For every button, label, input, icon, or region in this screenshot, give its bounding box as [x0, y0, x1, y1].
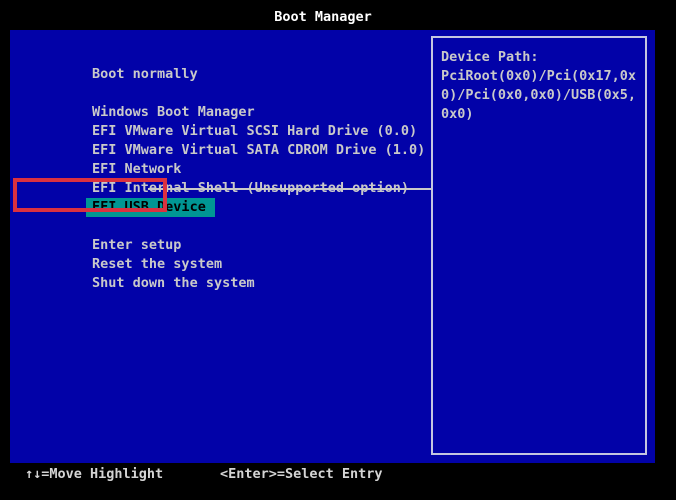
boot-menu: Boot normally Windows Boot Manager EFI V…	[10, 46, 431, 274]
main-panel: Boot normally Windows Boot Manager EFI V…	[10, 30, 655, 463]
page-title: Boot Manager	[0, 9, 646, 25]
menu-item-efi-usb-device[interactable]: EFI USB Device	[10, 179, 431, 198]
select-entry-hint: <Enter>=Select Entry	[220, 466, 383, 482]
menu-item-label-highlighted: EFI USB Device	[86, 198, 215, 217]
device-path-heading: Device Path:	[441, 48, 641, 67]
menu-item-shutdown-system[interactable]: Shut down the system	[10, 255, 431, 274]
menu-item-label: Boot normally	[92, 65, 198, 84]
device-path-panel: Device Path: PciRoot(0x0)/Pci(0x17,0x 0)…	[431, 36, 647, 455]
menu-item-reset-system[interactable]: Reset the system	[10, 236, 431, 255]
device-path-line: 0)/Pci(0x0,0x0)/USB(0x5,	[441, 86, 641, 105]
device-path-line: 0x0)	[441, 105, 641, 124]
move-highlight-hint: ↑↓=Move Highlight	[25, 466, 163, 482]
menu-item-enter-setup[interactable]: Enter setup	[10, 217, 431, 236]
menu-item-windows-boot-manager[interactable]: Windows Boot Manager	[10, 84, 431, 103]
menu-item-efi-internal-shell[interactable]: EFI Internal Shell (Unsupported option)	[10, 160, 431, 179]
boot-manager-screen: Boot Manager Boot normally Windows Boot …	[0, 0, 676, 500]
menu-item-efi-sata-cdrom-drive[interactable]: EFI VMware Virtual SATA CDROM Drive (1.0…	[10, 122, 431, 141]
highlight-connector-line	[148, 188, 431, 190]
menu-item-label: Shut down the system	[92, 274, 255, 293]
menu-item-efi-network[interactable]: EFI Network	[10, 141, 431, 160]
menu-item-efi-scsi-hard-drive[interactable]: EFI VMware Virtual SCSI Hard Drive (0.0)	[10, 103, 431, 122]
device-path-line: PciRoot(0x0)/Pci(0x17,0x	[441, 67, 641, 86]
footer-hints: ↑↓=Move Highlight <Enter>=Select Entry	[0, 466, 676, 486]
menu-item-boot-normally[interactable]: Boot normally	[10, 46, 431, 65]
